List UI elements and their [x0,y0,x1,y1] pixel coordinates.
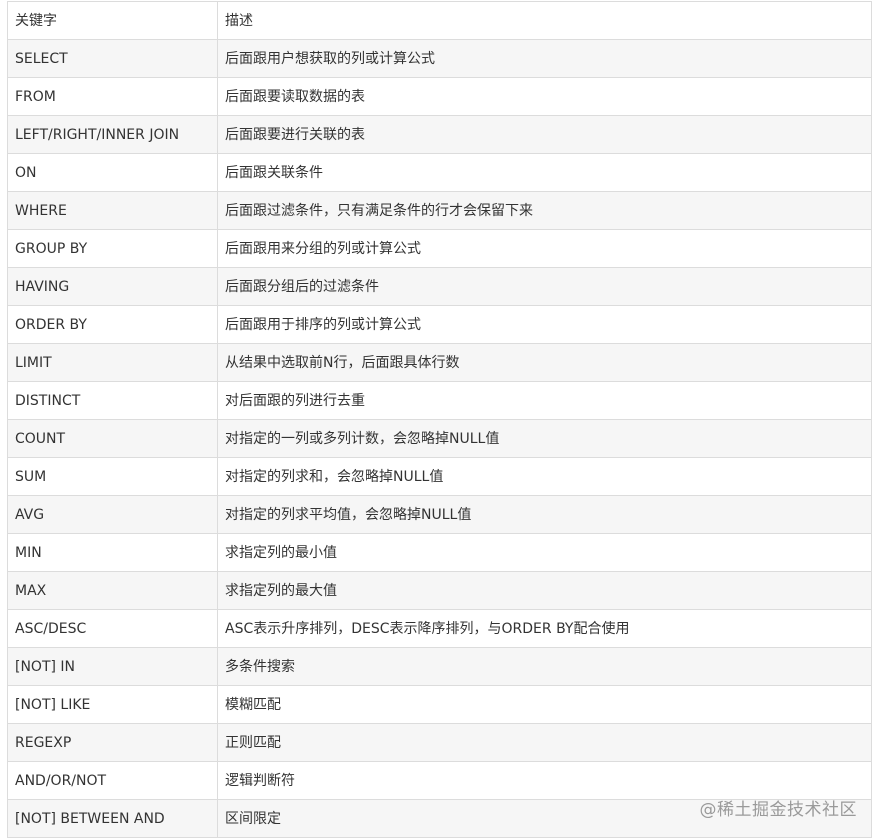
table-header-row: 关键字 描述 [7,1,872,40]
table-row: MAX 求指定列的最大值 [7,571,872,610]
keyword-cell: [NOT] LIKE [7,685,218,724]
keyword-cell: AND/OR/NOT [7,761,218,800]
description-cell: 正则匹配 [217,723,872,762]
keyword-cell: MIN [7,533,218,572]
table-row: SELECT 后面跟用户想获取的列或计算公式 [7,39,872,78]
table-row: ASC/DESC ASC表示升序排列，DESC表示降序排列，与ORDER BY配… [7,609,872,648]
keyword-cell: AVG [7,495,218,534]
keyword-cell: REGEXP [7,723,218,762]
description-cell: 对指定的列求和，会忽略掉NULL值 [217,457,872,496]
description-cell: 后面跟用来分组的列或计算公式 [217,229,872,268]
keyword-cell: MAX [7,571,218,610]
table-row: DISTINCT 对后面跟的列进行去重 [7,381,872,420]
keyword-table: 关键字 描述 SELECT 后面跟用户想获取的列或计算公式 FROM 后面跟要读… [7,1,872,838]
keyword-table-container: 关键字 描述 SELECT 后面跟用户想获取的列或计算公式 FROM 后面跟要读… [7,1,872,838]
keyword-cell: LEFT/RIGHT/INNER JOIN [7,115,218,154]
keyword-table-body: 关键字 描述 SELECT 后面跟用户想获取的列或计算公式 FROM 后面跟要读… [7,1,872,838]
header-description: 描述 [217,1,872,40]
keyword-cell: COUNT [7,419,218,458]
header-keyword: 关键字 [7,1,218,40]
keyword-cell: LIMIT [7,343,218,382]
table-row: [NOT] IN 多条件搜索 [7,647,872,686]
description-cell: 对后面跟的列进行去重 [217,381,872,420]
description-cell: 从结果中选取前N行，后面跟具体行数 [217,343,872,382]
description-cell: 后面跟用于排序的列或计算公式 [217,305,872,344]
keyword-cell: HAVING [7,267,218,306]
table-row: LEFT/RIGHT/INNER JOIN 后面跟要进行关联的表 [7,115,872,154]
description-cell: 求指定列的最大值 [217,571,872,610]
table-row: REGEXP 正则匹配 [7,723,872,762]
description-cell: 后面跟要进行关联的表 [217,115,872,154]
table-row: [NOT] LIKE 模糊匹配 [7,685,872,724]
table-row: GROUP BY 后面跟用来分组的列或计算公式 [7,229,872,268]
description-cell: 区间限定 [217,799,872,838]
table-row: ON 后面跟关联条件 [7,153,872,192]
keyword-cell: ON [7,153,218,192]
keyword-cell: FROM [7,77,218,116]
table-row: ORDER BY 后面跟用于排序的列或计算公式 [7,305,872,344]
keyword-cell: ORDER BY [7,305,218,344]
keyword-cell: SUM [7,457,218,496]
description-cell: 模糊匹配 [217,685,872,724]
keyword-cell: [NOT] IN [7,647,218,686]
keyword-cell: GROUP BY [7,229,218,268]
description-cell: 后面跟过滤条件，只有满足条件的行才会保留下来 [217,191,872,230]
keyword-cell: ASC/DESC [7,609,218,648]
table-row: COUNT 对指定的一列或多列计数，会忽略掉NULL值 [7,419,872,458]
description-cell: 对指定的列求平均值，会忽略掉NULL值 [217,495,872,534]
description-cell: 后面跟用户想获取的列或计算公式 [217,39,872,78]
keyword-cell: SELECT [7,39,218,78]
description-cell: ASC表示升序排列，DESC表示降序排列，与ORDER BY配合使用 [217,609,872,648]
description-cell: 后面跟分组后的过滤条件 [217,267,872,306]
table-row: HAVING 后面跟分组后的过滤条件 [7,267,872,306]
table-row: SUM 对指定的列求和，会忽略掉NULL值 [7,457,872,496]
table-row: [NOT] BETWEEN AND 区间限定 [7,799,872,838]
keyword-cell: DISTINCT [7,381,218,420]
description-cell: 求指定列的最小值 [217,533,872,572]
description-cell: 多条件搜索 [217,647,872,686]
table-row: AND/OR/NOT 逻辑判断符 [7,761,872,800]
table-row: MIN 求指定列的最小值 [7,533,872,572]
description-cell: 对指定的一列或多列计数，会忽略掉NULL值 [217,419,872,458]
description-cell: 后面跟关联条件 [217,153,872,192]
description-cell: 后面跟要读取数据的表 [217,77,872,116]
table-row: WHERE 后面跟过滤条件，只有满足条件的行才会保留下来 [7,191,872,230]
keyword-cell: WHERE [7,191,218,230]
table-row: FROM 后面跟要读取数据的表 [7,77,872,116]
table-row: LIMIT 从结果中选取前N行，后面跟具体行数 [7,343,872,382]
table-row: AVG 对指定的列求平均值，会忽略掉NULL值 [7,495,872,534]
description-cell: 逻辑判断符 [217,761,872,800]
keyword-cell: [NOT] BETWEEN AND [7,799,218,838]
